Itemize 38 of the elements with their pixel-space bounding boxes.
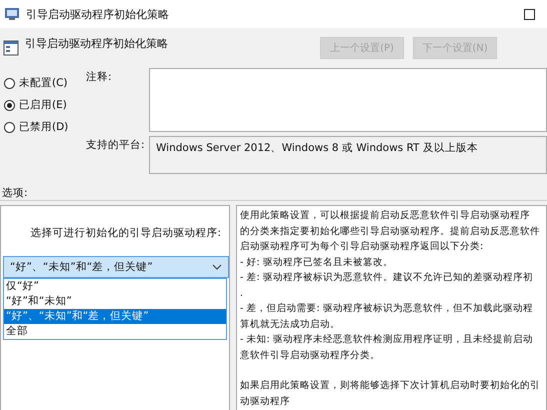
radio-option[interactable]: 已启用(E) bbox=[4, 98, 84, 112]
maximize-button[interactable] bbox=[524, 8, 535, 20]
help-text: 动驱动程序 bbox=[240, 394, 291, 408]
help-text: 启动驱动程序可为每个引导启动驱动程序返回以下分类: bbox=[240, 240, 484, 254]
policy-title: 引导启动驱动程序初始化策略 bbox=[25, 36, 168, 51]
help-text: 如果启用此策略设置，则将能够选择下次计算机启动时要初始化的引 bbox=[240, 379, 541, 393]
radio-option[interactable]: 已禁用(D) bbox=[4, 120, 84, 134]
window-title: 引导启动驱动程序初始化策略 bbox=[26, 6, 169, 22]
help-text: - 未知: 驱动程序未经恶意软件检测应用程序证明，且未经提前启动 bbox=[240, 333, 534, 347]
dropdown-item[interactable]: 全部 bbox=[4, 324, 226, 339]
radio-label: 已禁用(D) bbox=[19, 120, 68, 134]
comment-field[interactable] bbox=[149, 68, 547, 132]
dropdown-item[interactable]: “好”和“未知” bbox=[4, 294, 226, 309]
help-text: - 差，但启动需要: 驱动程序被标识为恶意软件，但不加载此驱动程 bbox=[240, 302, 534, 316]
caret-icon bbox=[212, 264, 222, 270]
radio-label: 已启用(E) bbox=[19, 98, 67, 112]
help-text: 的分类来指定要初始化哪些引导启动驱动程序。提前启动反恶意软件 bbox=[240, 224, 541, 238]
driver-dropdown[interactable]: “好”、“未知”和“差，但关键” bbox=[3, 256, 229, 278]
options-label: 选项: bbox=[1, 186, 29, 200]
radio-icon[interactable] bbox=[4, 122, 15, 132]
help-text: 算机就无法成功启动。 bbox=[240, 318, 341, 332]
help-text: - 好: 驱动程序已签名且未被篡改。 bbox=[240, 256, 394, 270]
platform-label: 支持的平台: bbox=[85, 138, 146, 153]
dropdown-item[interactable]: “好”、“未知”和“差，但关键” bbox=[4, 309, 226, 324]
radio-option[interactable]: 未配置(C) bbox=[4, 76, 84, 90]
policy-icon bbox=[4, 6, 20, 22]
settings-page-icon bbox=[3, 40, 19, 56]
dropdown-item[interactable]: 仅“好” bbox=[4, 279, 226, 294]
help-text: - 差: 驱动程序被标识为恶意软件。建议不允许已知的差驱动程序初 bbox=[240, 271, 534, 285]
help-text: . bbox=[240, 286, 244, 300]
help-text: 使用此策略设置，可以根据提前启动反恶意软件引导启动驱动程序 bbox=[240, 209, 531, 223]
platform-value: Windows Server 2012、Windows 8 或 Windows RT 及以上版本 bbox=[156, 142, 478, 154]
options-prompt: 选择可进行初始化的引导启动驱动程序: bbox=[29, 226, 222, 240]
radio-label: 未配置(C) bbox=[19, 76, 68, 90]
radio-icon[interactable] bbox=[4, 100, 15, 110]
radio-icon[interactable] bbox=[4, 78, 15, 88]
help-text: 意软件引导启动驱动程序分类。 bbox=[240, 348, 381, 362]
comment-label: 注释: bbox=[85, 70, 113, 85]
